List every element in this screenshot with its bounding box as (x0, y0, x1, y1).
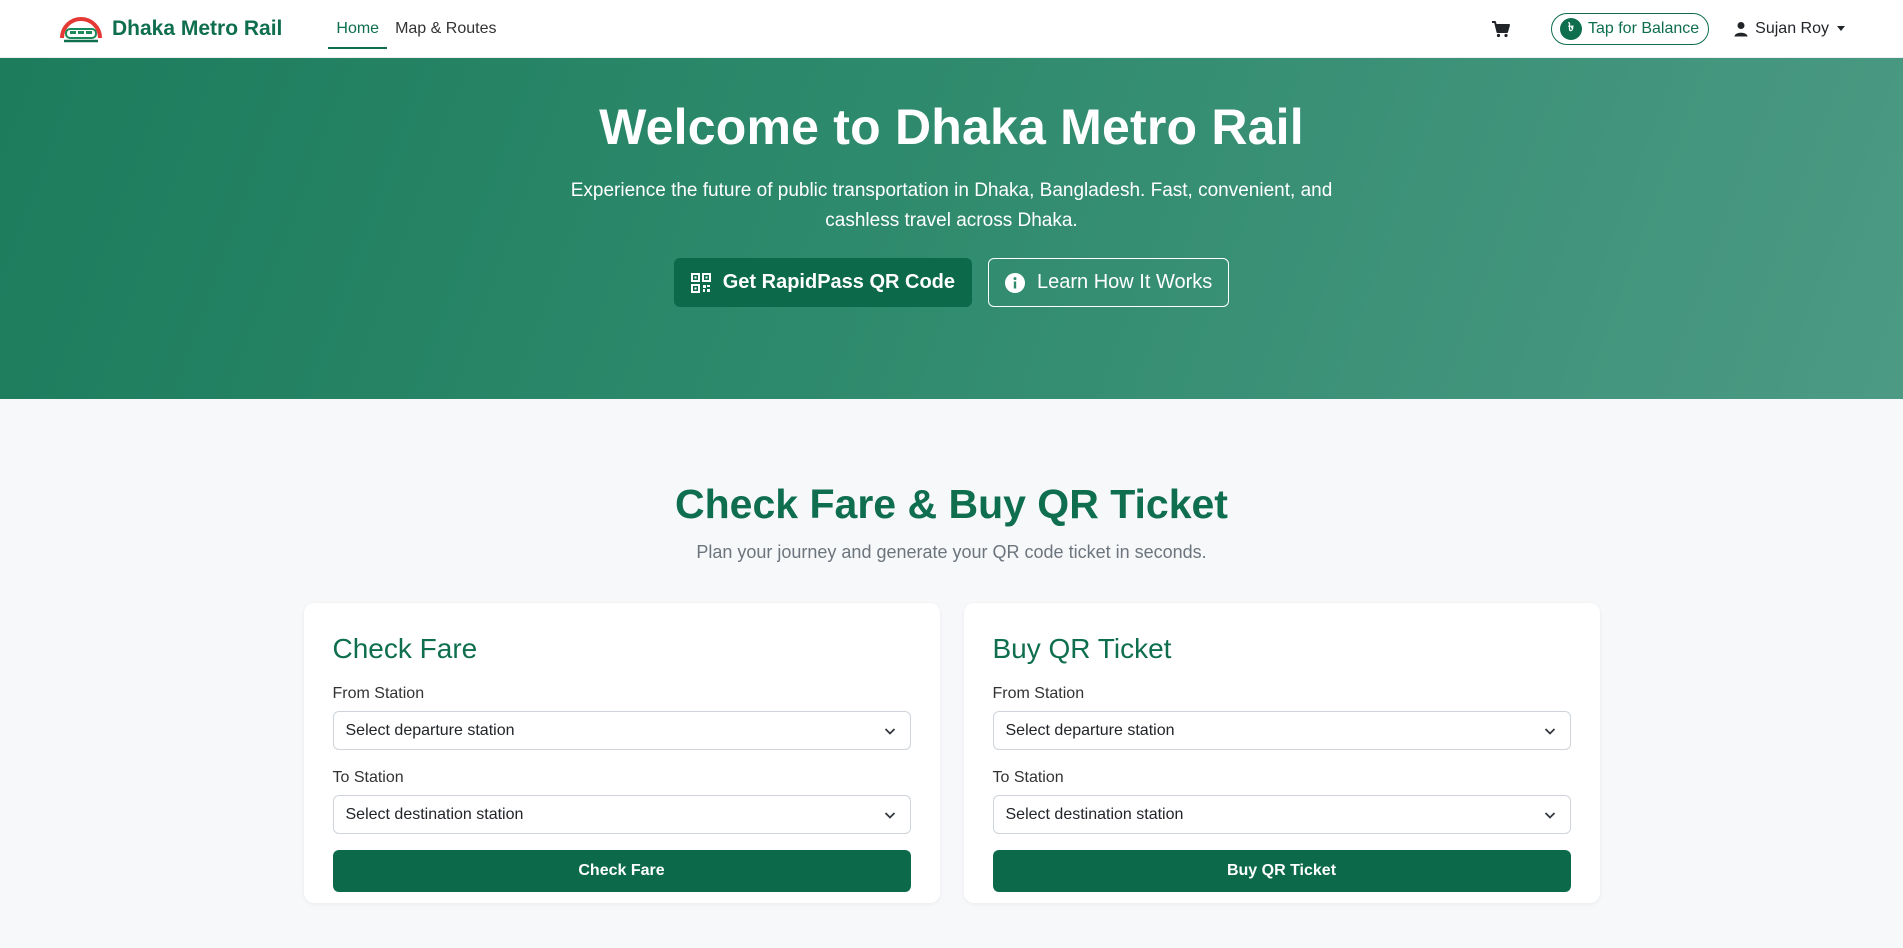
from-station-select[interactable]: Select departure station (332, 711, 911, 750)
buy-ticket-title: Buy QR Ticket (992, 633, 1172, 664)
chevron-down-icon (1544, 812, 1555, 819)
chevron-down-icon (1544, 728, 1555, 735)
section-subtitle: Plan your journey and generate your QR c… (696, 542, 1207, 562)
user-menu[interactable]: Sujan Roy (1733, 20, 1845, 38)
learn-how-it-works-button[interactable]: Learn How It Works (988, 258, 1230, 307)
nav-map-routes[interactable]: Map & Routes (387, 0, 504, 57)
info-icon (1005, 272, 1026, 293)
hero-banner: Welcome to Dhaka Metro Rail Experience t… (0, 58, 1903, 399)
brand-name: Dhaka Metro Rail (112, 16, 283, 40)
brand[interactable]: Dhaka Metro Rail (58, 14, 282, 44)
from-station-label: From Station (332, 685, 425, 702)
get-rapidpass-label: Get RapidPass QR Code (722, 271, 956, 293)
chevron-down-icon (884, 812, 895, 819)
to-station-select[interactable]: Select destination station (992, 795, 1571, 834)
from-station-label: From Station (992, 685, 1085, 702)
get-rapidpass-button[interactable]: Get RapidPass QR Code (673, 258, 973, 307)
section-title: Check Fare & Buy QR Ticket (675, 481, 1228, 527)
taka-icon: ৳ (1559, 17, 1582, 40)
main-nav: Home Map & Routes (328, 0, 504, 57)
metro-train-logo-icon (60, 16, 102, 42)
chevron-down-icon (884, 728, 895, 735)
buy-qr-ticket-button[interactable]: Buy QR Ticket (992, 850, 1571, 892)
top-navbar: Dhaka Metro Rail Home Map & Routes ৳ Tap… (0, 0, 1903, 58)
tap-for-balance-button[interactable]: ৳ Tap for Balance (1550, 12, 1710, 45)
to-station-label: To Station (332, 769, 404, 786)
to-station-label: To Station (992, 769, 1064, 786)
user-name: Sujan Roy (1755, 19, 1829, 37)
check-fare-title: Check Fare (332, 633, 478, 664)
from-station-value: Select departure station (345, 721, 515, 739)
check-fare-button[interactable]: Check Fare (332, 850, 911, 892)
ticket-cards: Check Fare From Station Select departure… (0, 603, 1903, 903)
to-station-value: Select destination station (1005, 805, 1184, 823)
buy-ticket-card: Buy QR Ticket From Station Select depart… (963, 603, 1600, 903)
to-station-value: Select destination station (345, 805, 524, 823)
nav-home[interactable]: Home (328, 0, 387, 57)
user-icon (1734, 21, 1748, 36)
from-station-select[interactable]: Select departure station (992, 711, 1571, 750)
nav-right: ৳ Tap for Balance Sujan Roy (1491, 12, 1845, 45)
balance-label: Tap for Balance (1587, 19, 1700, 37)
qr-code-icon (690, 272, 711, 293)
hero-actions: Get RapidPass QR Code Learn How It Works (673, 258, 1230, 307)
caret-down-icon (1837, 26, 1845, 31)
check-fare-card: Check Fare From Station Select departure… (303, 603, 940, 903)
learn-how-label: Learn How It Works (1037, 271, 1213, 293)
hero-subtitle: Experience the future of public transpor… (570, 180, 1333, 231)
cart-icon[interactable] (1491, 19, 1511, 39)
to-station-select[interactable]: Select destination station (332, 795, 911, 834)
from-station-value: Select departure station (1005, 721, 1175, 739)
hero-title: Welcome to Dhaka Metro Rail (599, 99, 1304, 155)
